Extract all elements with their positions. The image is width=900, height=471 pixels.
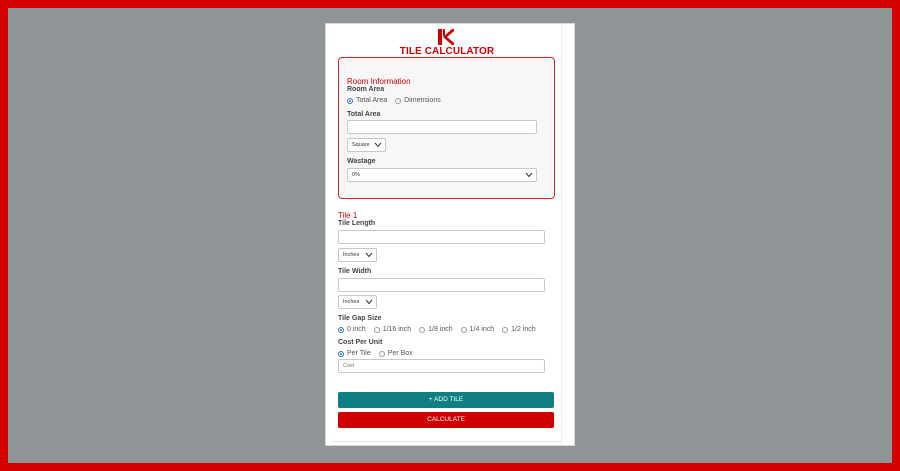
add-tile-button[interactable]: + ADD TILE <box>338 392 554 408</box>
card-divider <box>561 24 562 445</box>
tile-width-label: Tile Width <box>338 268 372 275</box>
wastage-select[interactable]: 0% <box>347 168 537 182</box>
chevron-down-icon <box>365 299 373 305</box>
card-bottom-divider <box>332 441 562 442</box>
radio-gap-1-8-label: 1/8 inch <box>428 326 453 333</box>
area-unit-select[interactable]: Square <box>347 138 386 152</box>
radio-gap-1-4[interactable]: 1/4 inch <box>460 326 495 333</box>
radio-dimensions-indicator[interactable] <box>395 97 402 104</box>
calculator-card: TILE CALCULATOR Room Information Room Ar… <box>325 23 575 446</box>
radio-per-box-indicator[interactable] <box>378 350 385 357</box>
radio-gap-1-16-indicator[interactable] <box>373 326 380 333</box>
tile-width-unit-value: Inches <box>343 299 360 305</box>
brand-logo-icon <box>437 28 455 46</box>
radio-per-tile[interactable]: Per Tile <box>338 350 371 357</box>
radio-total-area-indicator[interactable] <box>347 97 353 104</box>
tile-length-label: Tile Length <box>338 220 376 227</box>
room-section-title: Room Information <box>347 77 411 86</box>
total-area-label: Total Area <box>347 111 381 118</box>
chevron-down-icon <box>374 142 382 148</box>
wastage-value: 0% <box>352 172 360 178</box>
radio-total-area-label: Total Area <box>356 97 388 104</box>
radio-gap-1-16-label: 1/16 inch <box>382 326 412 333</box>
radio-per-box-label: Per Box <box>387 350 413 357</box>
tile-gap-radio-group: 0 inch 1/16 inch 1/8 inch 1/4 inch 1/2 i… <box>338 326 544 333</box>
app-title: TILE CALCULATOR <box>399 46 495 57</box>
total-area-input[interactable] <box>347 120 537 134</box>
radio-gap-1-4-label: 1/4 inch <box>469 326 495 333</box>
cost-input[interactable]: Cost <box>338 359 545 373</box>
radio-per-box[interactable]: Per Box <box>378 350 413 357</box>
radio-dimensions-label: Dimensions <box>404 97 441 104</box>
radio-gap-1-2-label: 1/2 inch <box>511 326 536 333</box>
room-area-radio-group: Total Area Dimensions <box>347 97 449 104</box>
tile-length-input[interactable] <box>338 230 545 244</box>
tile-gap-label: Tile Gap Size <box>338 315 382 322</box>
radio-gap-1-2-indicator[interactable] <box>502 326 509 333</box>
radio-gap-0[interactable]: 0 inch <box>338 326 366 333</box>
tile-width-input[interactable] <box>338 278 545 292</box>
tile-length-unit-value: Inches <box>343 252 360 258</box>
radio-per-tile-indicator[interactable] <box>338 350 344 357</box>
room-information-panel: Room Information Room Area Total Area Di… <box>338 57 555 199</box>
radio-per-tile-label: Per Tile <box>347 350 371 357</box>
room-area-label: Room Area <box>347 86 385 93</box>
radio-gap-1-16[interactable]: 1/16 inch <box>373 326 412 333</box>
radio-gap-1-8-indicator[interactable] <box>419 326 426 333</box>
radio-gap-0-label: 0 inch <box>347 326 366 333</box>
radio-gap-0-indicator[interactable] <box>338 326 344 333</box>
radio-gap-1-4-indicator[interactable] <box>460 326 467 333</box>
radio-total-area[interactable]: Total Area <box>347 97 387 104</box>
radio-gap-1-8[interactable]: 1/8 inch <box>419 326 453 333</box>
area-unit-value: Square <box>352 142 370 148</box>
calculate-button[interactable]: CALCULATE <box>338 412 554 428</box>
radio-gap-1-2[interactable]: 1/2 inch <box>502 326 536 333</box>
chevron-down-icon <box>525 172 533 178</box>
tile-width-unit-select[interactable]: Inches <box>338 295 377 309</box>
cost-radio-group: Per Tile Per Box <box>338 350 421 357</box>
tile-section-title: Tile 1 <box>338 211 358 220</box>
radio-dimensions[interactable]: Dimensions <box>395 97 441 104</box>
cost-per-unit-label: Cost Per Unit <box>338 339 383 346</box>
wastage-label: Wastage <box>347 158 376 165</box>
chevron-down-icon <box>365 252 373 258</box>
tile-length-unit-select[interactable]: Inches <box>338 248 377 262</box>
